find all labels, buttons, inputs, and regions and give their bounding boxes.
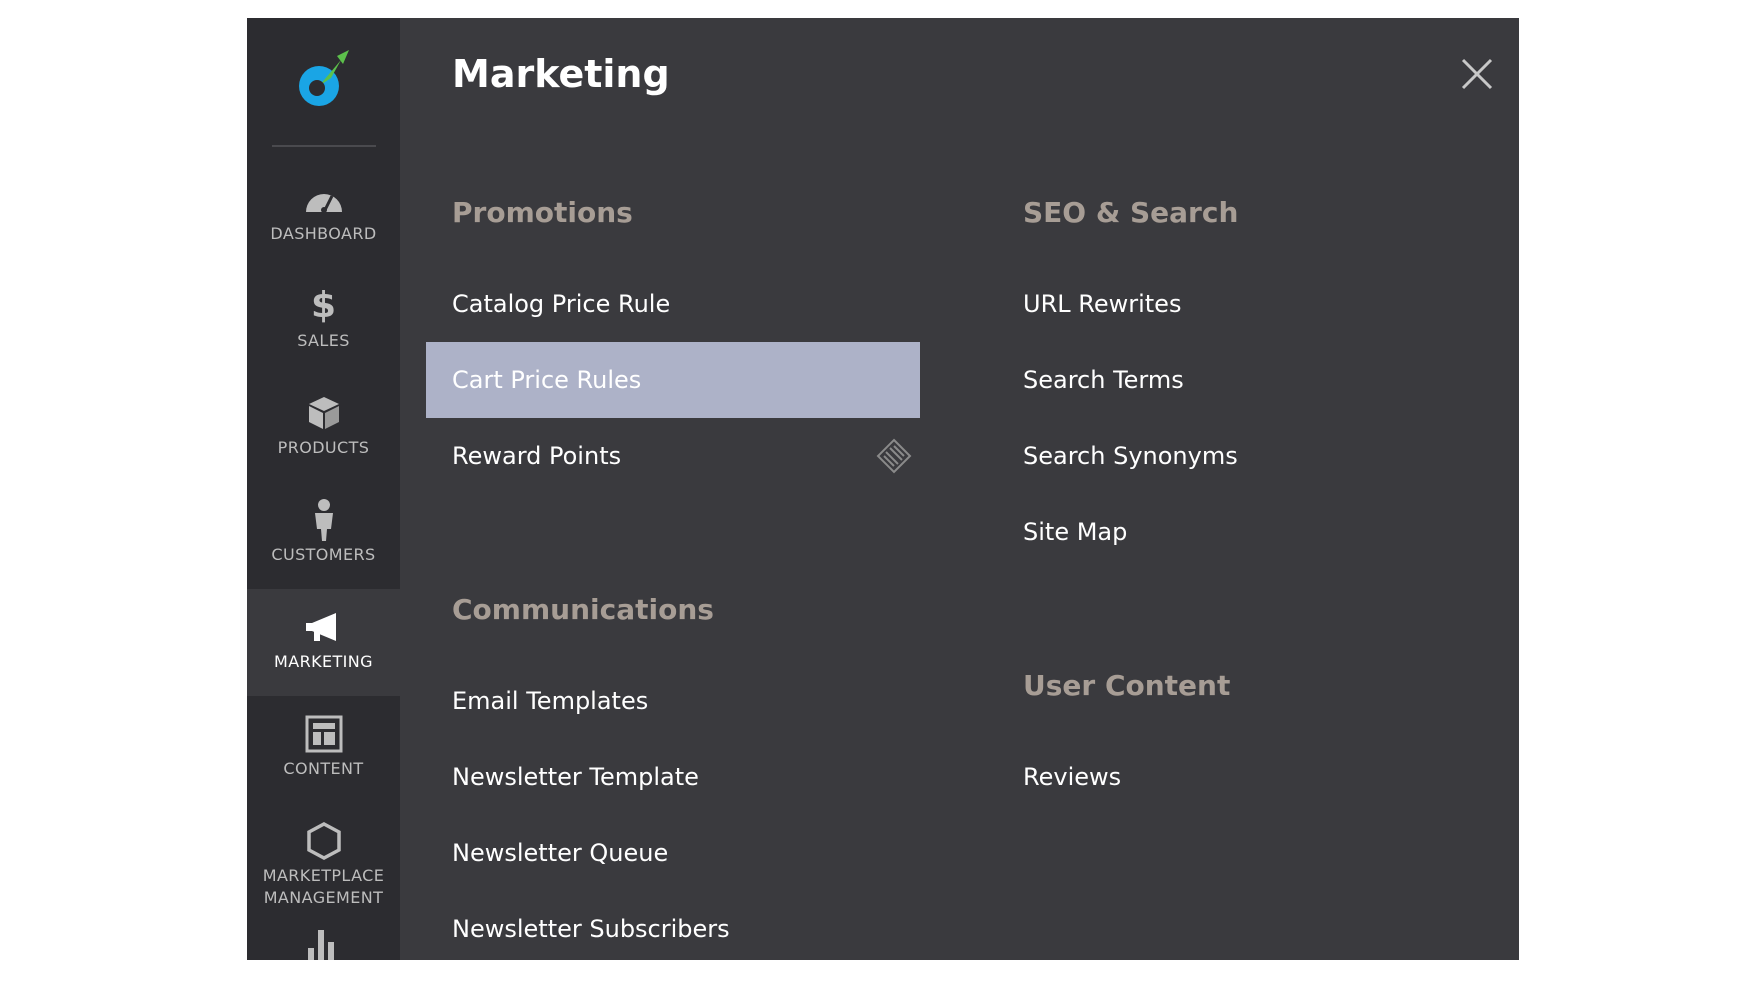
admin-sidebar: DASHBOARD $ SALES PRODUCTS CUSTOMERS MAR… xyxy=(247,18,400,960)
person-icon xyxy=(311,499,337,541)
dollar-icon: $ xyxy=(310,285,337,326)
menu-item-label: Reward Points xyxy=(452,442,622,470)
menu-item-cart-price-rules[interactable]: Cart Price Rules xyxy=(426,342,920,418)
box-icon xyxy=(307,393,341,433)
reports-bar-chart-icon[interactable] xyxy=(306,928,342,960)
sidebar-item-content[interactable]: CONTENT xyxy=(247,696,400,803)
sidebar-item-label: SALES xyxy=(297,331,350,350)
hexagon-icon xyxy=(306,821,341,861)
menu-item-search-synonyms[interactable]: Search Synonyms xyxy=(1023,418,1493,494)
group-title-user-content: User Content xyxy=(1023,669,1231,702)
sidebar-item-products[interactable]: PRODUCTS xyxy=(247,375,400,482)
group-title-communications: Communications xyxy=(452,593,714,626)
sidebar-item-label: MARKETING xyxy=(274,652,373,671)
dashboard-gauge-icon xyxy=(304,179,344,219)
sidebar-item-dashboard[interactable]: DASHBOARD xyxy=(247,161,400,268)
menu-item-reward-points[interactable]: Reward Points xyxy=(426,418,920,494)
group-title-seo-search: SEO & Search xyxy=(1023,196,1239,229)
diamond-badge-icon xyxy=(876,438,912,474)
menu-item-catalog-price-rule[interactable]: Catalog Price Rule xyxy=(426,266,920,342)
group-title-promotions: Promotions xyxy=(452,196,633,229)
sidebar-item-customers[interactable]: CUSTOMERS xyxy=(247,482,400,589)
sidebar-item-label: CUSTOMERS xyxy=(271,545,376,564)
close-icon[interactable] xyxy=(1457,54,1497,94)
sidebar-item-label: PRODUCTS xyxy=(277,438,370,457)
sidebar-item-marketing[interactable]: MARKETING xyxy=(247,589,400,696)
sidebar-item-label: CONTENT xyxy=(283,759,364,778)
layout-icon xyxy=(305,714,343,754)
marketing-panel: DASHBOARD $ SALES PRODUCTS CUSTOMERS MAR… xyxy=(247,18,1519,960)
menu-item-reviews[interactable]: Reviews xyxy=(1023,739,1493,815)
menu-item-newsletter-subscribers[interactable]: Newsletter Subscribers xyxy=(426,891,920,960)
sidebar-item-label: MARKETPLACE MANAGEMENT xyxy=(262,866,385,907)
menu-item-newsletter-queue[interactable]: Newsletter Queue xyxy=(426,815,920,891)
panel-title: Marketing xyxy=(452,52,670,96)
sidebar-item-marketplace-management[interactable]: MARKETPLACE MANAGEMENT xyxy=(247,803,400,910)
sidebar-item-sales[interactable]: $ SALES xyxy=(247,268,400,375)
menu-item-email-templates[interactable]: Email Templates xyxy=(426,663,920,739)
menu-item-url-rewrites[interactable]: URL Rewrites xyxy=(1023,266,1493,342)
menu-item-site-map[interactable]: Site Map xyxy=(1023,494,1493,570)
menu-item-search-terms[interactable]: Search Terms xyxy=(1023,342,1493,418)
megaphone-icon xyxy=(304,607,344,647)
menu-item-newsletter-template[interactable]: Newsletter Template xyxy=(426,739,920,815)
sidebar-item-label: DASHBOARD xyxy=(270,224,377,243)
brand-logo-icon[interactable] xyxy=(291,48,355,112)
sidebar-divider xyxy=(272,145,376,147)
